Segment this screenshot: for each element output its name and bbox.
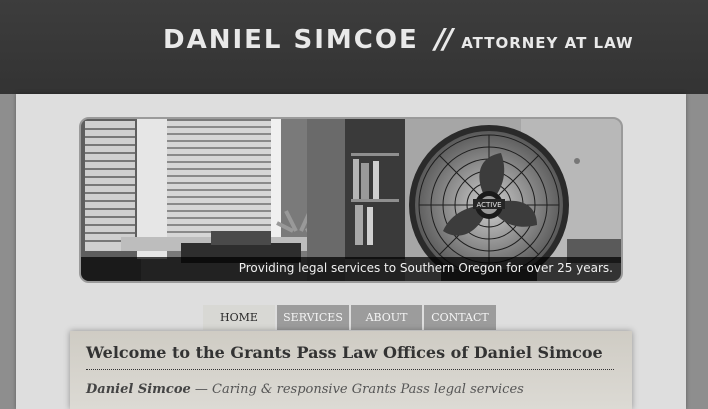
title-divider [86, 369, 614, 370]
banner-caption: Providing legal services to Southern Ore… [81, 257, 621, 281]
subtitle-text: — Caring & responsive Grants Pass legal … [194, 382, 524, 397]
nav-tab-contact[interactable]: CONTACT [424, 305, 496, 330]
site-logo[interactable]: DANIEL SIMCOE // ATTORNEY AT LAW [163, 22, 634, 62]
main-content: Welcome to the Grants Pass Law Offices o… [70, 331, 632, 409]
site-name: DANIEL SIMCOE [163, 25, 419, 55]
nav-tab-about[interactable]: ABOUT [351, 305, 422, 330]
subtitle-name: Daniel Simcoe [86, 382, 191, 397]
nav-tab-home[interactable]: HOME [203, 305, 275, 330]
site-tagline: ATTORNEY AT LAW [461, 34, 634, 52]
site-header: DANIEL SIMCOE // ATTORNEY AT LAW [0, 0, 708, 94]
nav-tab-services[interactable]: SERVICES [277, 305, 349, 330]
page-title: Welcome to the Grants Pass Law Offices o… [86, 343, 603, 362]
brand-separator: // [434, 22, 454, 55]
hero-banner: ACTIVE Providing legal services to South… [79, 117, 623, 283]
fan-brand-label: ACTIVE [476, 201, 501, 209]
page-subtitle: Daniel Simcoe — Caring & responsive Gran… [86, 382, 524, 397]
